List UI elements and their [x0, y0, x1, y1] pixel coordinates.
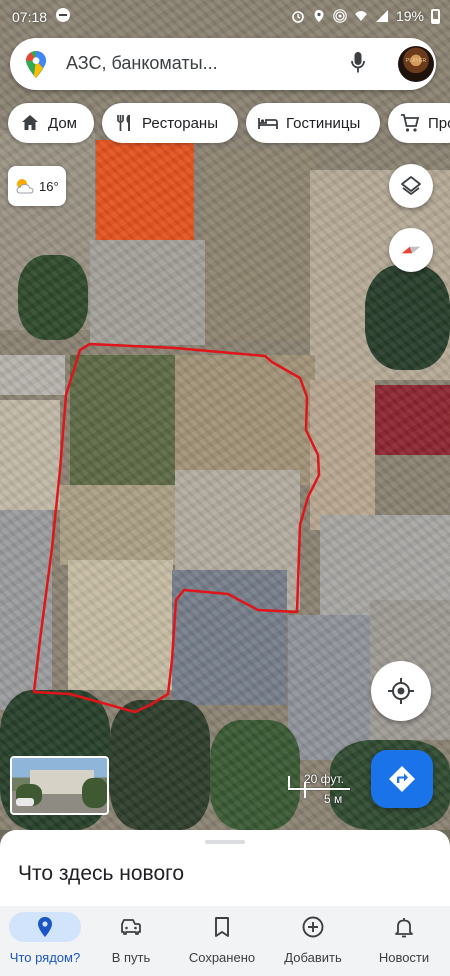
scale-meters: 5 м — [324, 792, 343, 806]
chip-label: Рестораны — [142, 114, 218, 132]
street-view-tree — [82, 778, 107, 808]
home-icon — [22, 115, 38, 130]
chip-home[interactable]: Дом — [8, 103, 94, 143]
street-view-car — [16, 798, 34, 806]
nav-commute[interactable]: В путь — [86, 906, 176, 976]
explore-pin-icon — [38, 917, 52, 937]
shopping-cart-icon — [401, 114, 420, 132]
bell-icon — [395, 918, 413, 938]
compass-button[interactable] — [389, 228, 433, 272]
search-input[interactable]: АЗС, банкоматы... — [66, 53, 218, 74]
bottom-navigation: Что рядом? В путь Сохранено Добавить Нов… — [0, 906, 450, 976]
dnd-icon — [56, 8, 70, 22]
nav-label: Добавить — [284, 950, 342, 965]
nav-label: Новости — [378, 950, 430, 965]
status-bar: 07:18 19% — [0, 0, 450, 34]
map-scale: 20 фут. 5 м — [288, 772, 358, 806]
chip-label: Про — [428, 114, 450, 132]
scale-feet: 20 фут. — [304, 772, 344, 786]
my-location-button[interactable] — [371, 661, 431, 721]
nav-label: Сохранено — [188, 950, 256, 965]
weather-badge[interactable]: 16° — [8, 166, 66, 206]
alarm-icon — [292, 11, 304, 23]
directions-icon — [389, 766, 415, 792]
hotel-icon — [258, 118, 278, 129]
car-icon — [121, 919, 141, 935]
sheet-title: Что здесь нового — [18, 862, 185, 885]
avatar-text: PLAYER — [405, 58, 427, 64]
partly-cloudy-icon — [16, 179, 34, 194]
nav-active-indicator — [9, 912, 81, 942]
nav-label: В путь — [111, 950, 151, 965]
chip-hotels[interactable]: Гостиницы — [246, 103, 380, 143]
layers-icon — [401, 176, 421, 195]
chip-restaurants[interactable]: Рестораны — [102, 103, 238, 143]
sheet-drag-handle[interactable] — [205, 840, 245, 844]
wifi-icon — [354, 11, 367, 21]
status-time: 07:18 — [12, 9, 48, 25]
chip-shopping[interactable]: Про — [388, 103, 450, 143]
add-circle-icon — [302, 916, 324, 938]
hotspot-icon — [333, 9, 347, 23]
signal-icon — [375, 10, 388, 22]
chip-label: Дом — [48, 114, 77, 132]
nav-updates[interactable]: Новости — [359, 906, 449, 976]
chip-label: Гостиницы — [286, 114, 361, 132]
layers-button[interactable] — [389, 164, 433, 208]
nav-label: Что рядом? — [9, 950, 81, 965]
battery-icon — [431, 8, 440, 24]
bookmark-icon — [215, 917, 229, 937]
directions-button[interactable] — [371, 750, 433, 808]
nav-saved[interactable]: Сохранено — [177, 906, 267, 976]
battery-percent: 19% — [395, 8, 424, 24]
nav-contribute[interactable]: Добавить — [268, 906, 358, 976]
nav-explore[interactable]: Что рядом? — [0, 906, 90, 976]
restaurant-icon — [117, 115, 130, 131]
mic-icon[interactable] — [351, 52, 365, 74]
account-avatar[interactable]: PLAYER — [398, 46, 434, 82]
weather-temperature: 16° — [39, 178, 59, 194]
scale-tick — [304, 782, 306, 798]
compass-icon — [401, 246, 421, 254]
location-status-icon — [314, 10, 324, 22]
search-bar[interactable]: АЗС, банкоматы... PLAYER — [10, 38, 436, 90]
street-view-thumbnail[interactable] — [10, 756, 109, 815]
scale-bar — [288, 788, 350, 790]
maps-logo-pin-icon — [26, 51, 46, 78]
my-location-icon — [388, 678, 414, 704]
scale-tick — [288, 776, 290, 788]
